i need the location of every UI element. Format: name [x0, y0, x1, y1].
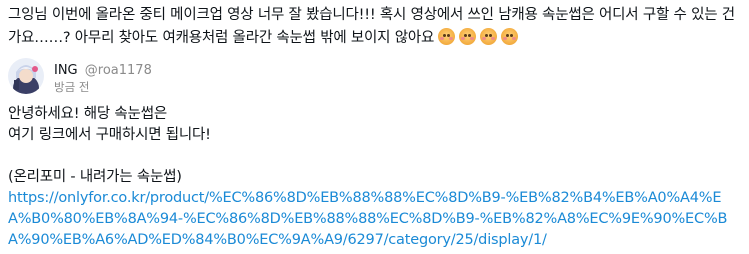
reply-line: 안녕하세요! 해당 속눈썹은	[8, 106, 167, 122]
pleading-face-icon	[501, 28, 519, 45]
comment-text: 그잉님 이번에 올라온 중티 메이크업 영상 너무 잘 봤습니다!!! 혹시 영…	[8, 4, 743, 50]
reply-line: 여기 링크에서 구매하시면 됩니다!	[8, 127, 211, 143]
avatar[interactable]	[8, 58, 44, 94]
author-row: ING @roa1178	[54, 63, 152, 79]
comment-body: 그잉님 이번에 올라온 중티 메이크업 영상 너무 잘 봤습니다!!! 혹시 영…	[8, 7, 735, 46]
author-name[interactable]: ING	[54, 63, 78, 78]
reply: ING @roa1178 방금 전 안녕하세요! 해당 속눈썹은 여기 링크에서…	[8, 58, 743, 251]
author-handle[interactable]: @roa1178	[85, 63, 152, 78]
avatar-image	[8, 58, 44, 94]
product-link[interactable]: https://onlyfor.co.kr/product/%EC%86%8D%…	[8, 188, 728, 251]
reply-meta: ING @roa1178 방금 전	[54, 58, 152, 95]
product-label: (온리포미 - 내려가는 속눈썹)	[8, 169, 182, 185]
timestamp: 방금 전	[54, 80, 90, 94]
reply-body: 안녕하세요! 해당 속눈썹은 여기 링크에서 구매하시면 됩니다! (온리포미 …	[8, 104, 743, 251]
pleading-face-icon	[438, 28, 456, 45]
reply-header: ING @roa1178 방금 전	[8, 58, 743, 98]
pleading-face-icon	[480, 28, 498, 45]
pleading-face-icon	[459, 28, 477, 45]
